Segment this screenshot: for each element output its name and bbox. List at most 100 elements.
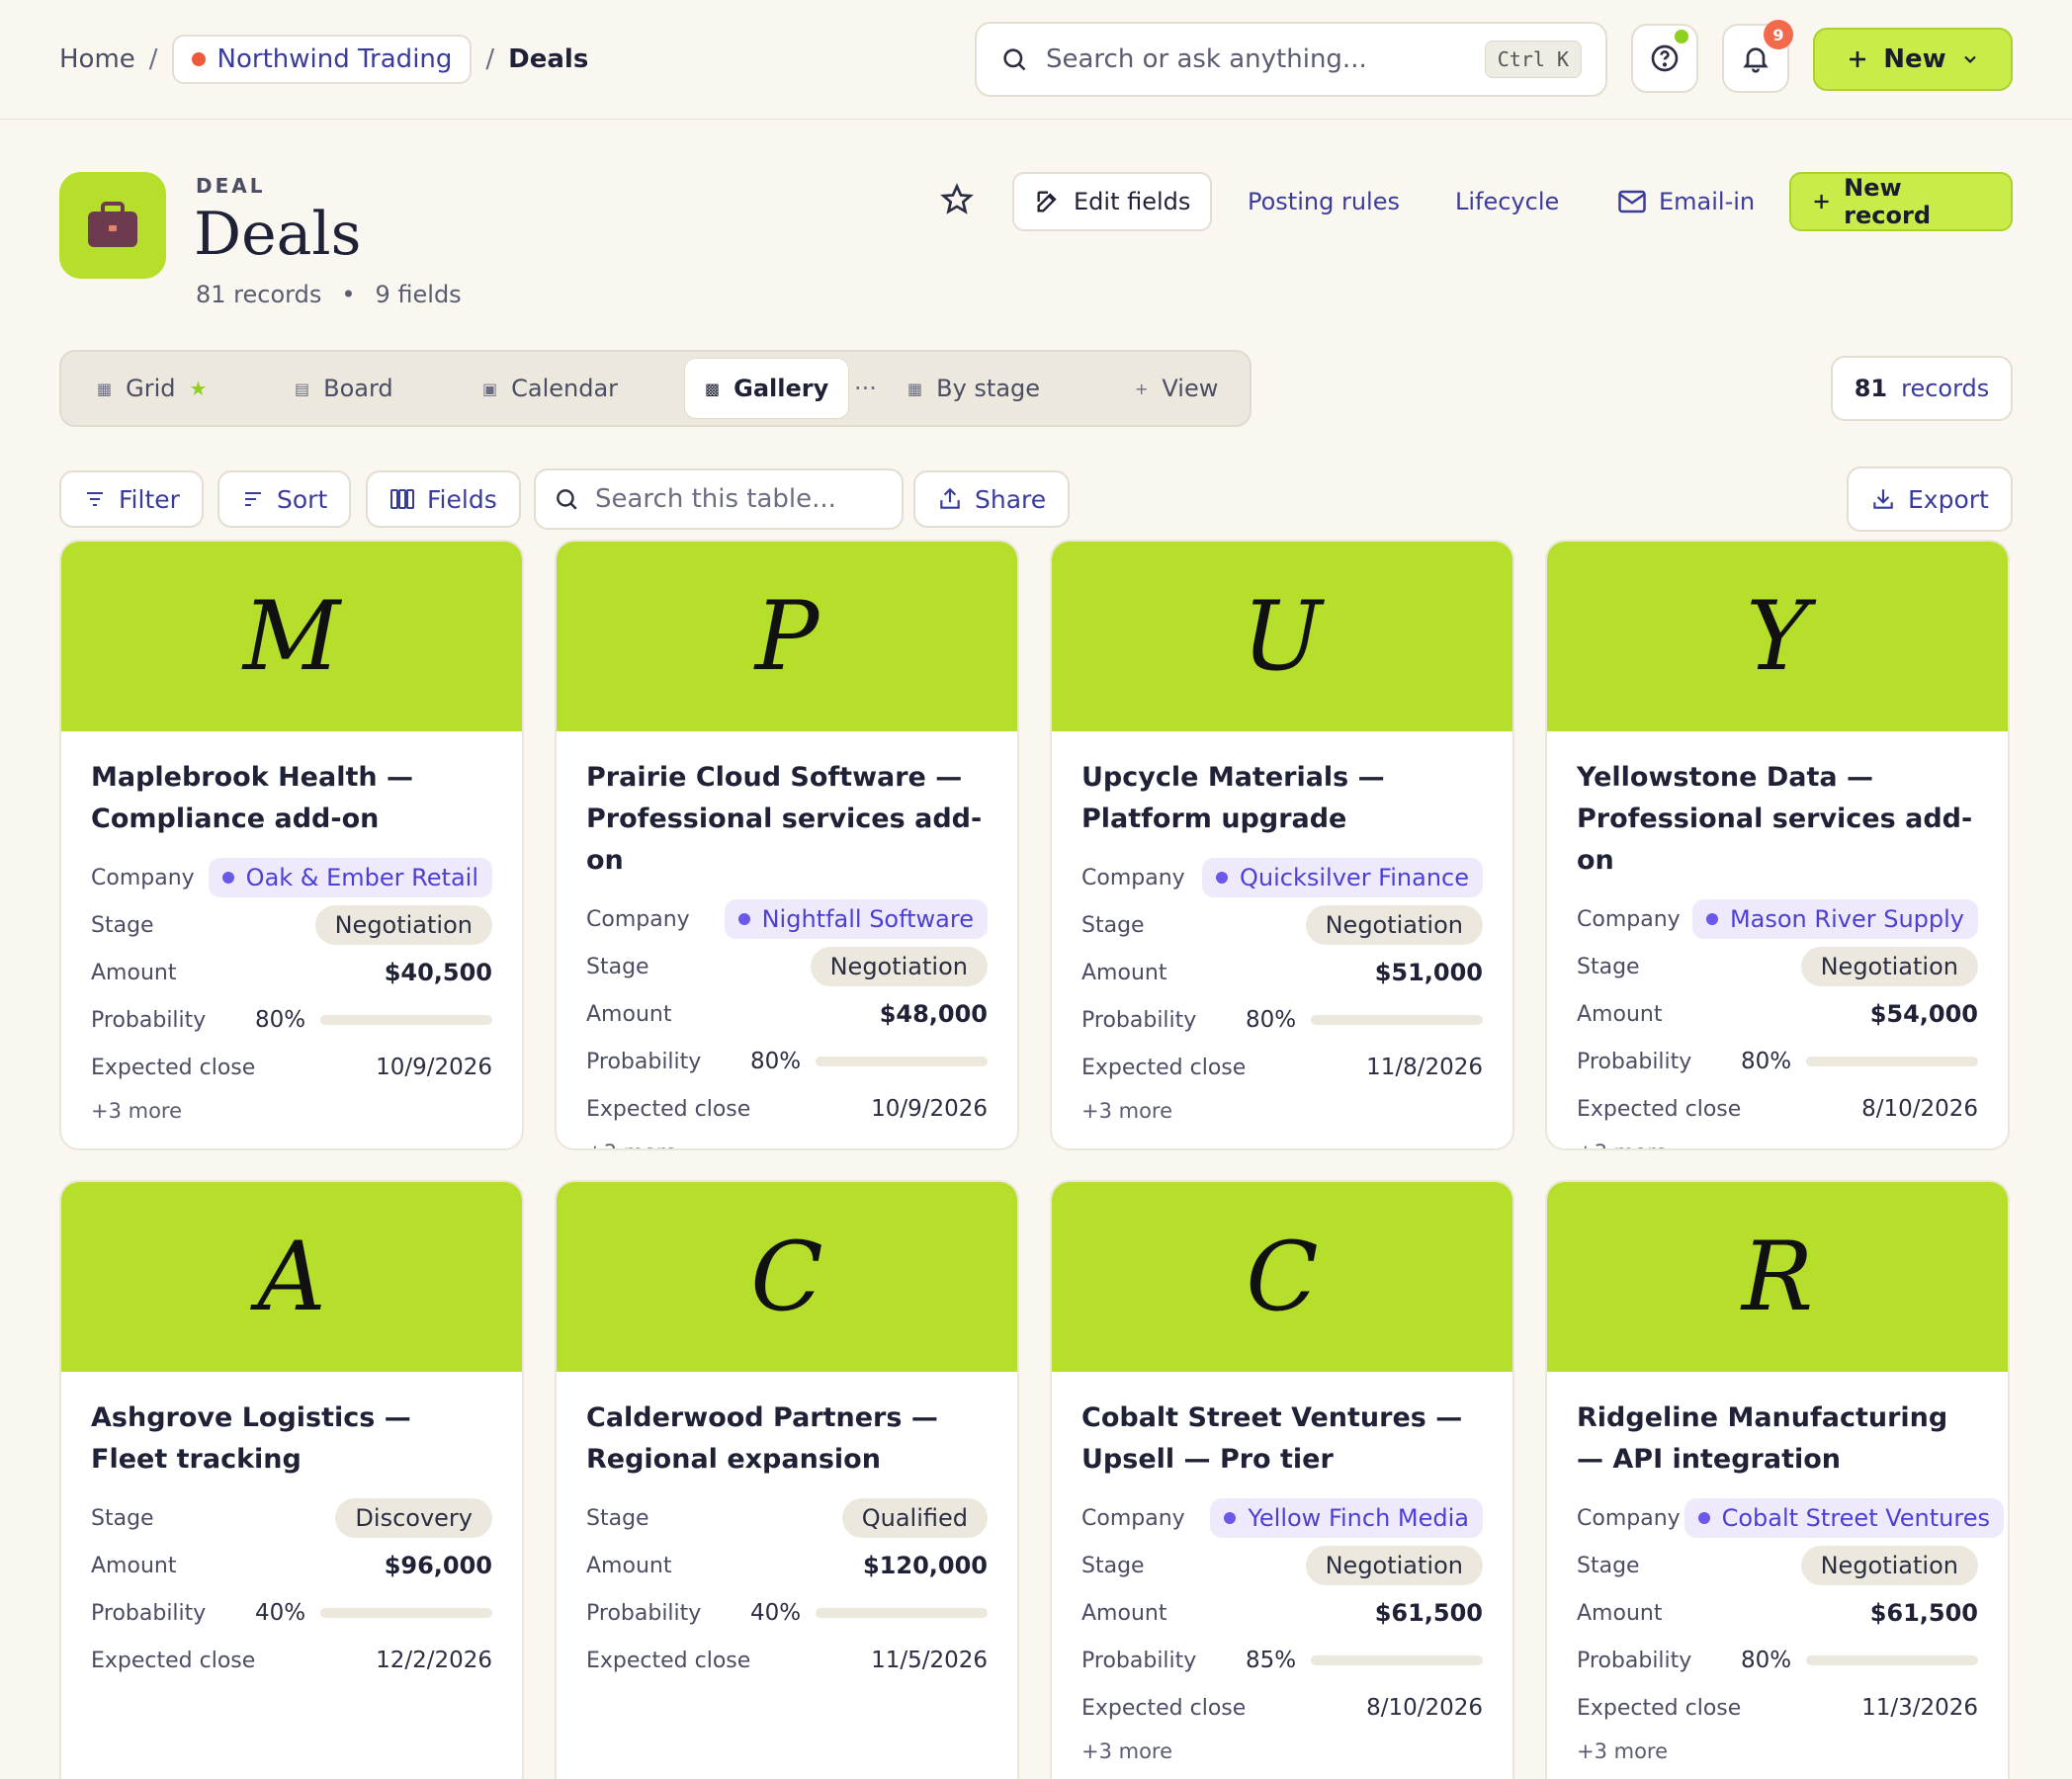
field-expected-close: Expected close 10/9/2026 (91, 1044, 492, 1091)
card-banner: R (1547, 1182, 2008, 1372)
tab-board[interactable]: ▤ Board (275, 358, 413, 419)
field-label: Amount (1081, 1600, 1167, 1626)
tab-by-stage[interactable]: ▦ By stage (888, 358, 1060, 419)
tab-grid[interactable]: ▦ Grid ★ (77, 358, 226, 419)
posting-rules-label: Posting rules (1248, 188, 1400, 215)
field-label: Expected close (1577, 1695, 1742, 1721)
more-fields-link[interactable]: +3 more (1081, 1091, 1483, 1131)
sort-button[interactable]: Sort (217, 470, 352, 528)
card-banner: A (61, 1182, 522, 1372)
card-initial: P (754, 581, 820, 692)
field-label: Expected close (1577, 1096, 1742, 1122)
stage-badge: Discovery (335, 1498, 492, 1538)
deal-card[interactable]: P Prairie Cloud Software — Professional … (555, 540, 1019, 1150)
posting-rules-button[interactable]: Posting rules (1228, 172, 1420, 231)
probability-fill (816, 1608, 885, 1618)
more-fields-link[interactable]: +3 more (586, 1133, 988, 1148)
stage-badge: Negotiation (1800, 947, 1978, 986)
bell-icon (1743, 47, 1769, 73)
new-button[interactable]: New (1813, 28, 2013, 91)
edit-fields-button[interactable]: Edit fields (1012, 172, 1213, 231)
fields-button[interactable]: Fields (366, 470, 521, 528)
field-company: Company Oak & Ember Retail (91, 854, 492, 901)
company-link[interactable]: Oak & Ember Retail (208, 858, 492, 897)
field-label: Amount (586, 1001, 672, 1027)
company-link[interactable]: Quicksilver Finance (1202, 858, 1483, 897)
company-link[interactable]: Mason River Supply (1691, 899, 1978, 939)
header-actions: Edit fields Posting rules Lifecycle Emai… (939, 172, 2013, 231)
share-button[interactable]: Share (913, 470, 1071, 528)
company-link[interactable]: Cobalt Street Ventures (1684, 1498, 2004, 1538)
breadcrumb-separator: / (148, 44, 158, 74)
field-probability: Probability 85% (1081, 1637, 1483, 1684)
amount-value: $40,500 (384, 959, 492, 986)
default-star-icon: ★ (189, 377, 208, 400)
notifications-button[interactable]: 9 (1722, 20, 1793, 93)
more-fields-link[interactable]: +3 more (91, 1091, 492, 1131)
tab-more-button[interactable]: ··· (848, 358, 883, 419)
export-button[interactable]: Export (1847, 466, 2013, 532)
help-button[interactable] (1631, 24, 1698, 93)
deal-card[interactable]: C Calderwood Partners — Regional expansi… (555, 1180, 1019, 1779)
field-amount: Amount $48,000 (586, 990, 988, 1038)
field-expected-close: Expected close 12/2/2026 (91, 1637, 492, 1684)
card-initial: R (1741, 1222, 1814, 1332)
probability-fill (1311, 1655, 1457, 1665)
deal-card[interactable]: M Maplebrook Health — Compliance add-on … (59, 540, 524, 1150)
card-banner: C (557, 1182, 1017, 1372)
filter-icon (87, 492, 103, 506)
stage-badge: Negotiation (314, 905, 492, 945)
deal-card[interactable]: A Ashgrove Logistics — Fleet tracking St… (59, 1180, 524, 1779)
favorite-button[interactable] (939, 182, 975, 221)
amount-value: $51,000 (1374, 959, 1483, 986)
tab-gallery[interactable]: ▩ Gallery (684, 358, 850, 419)
workspace-label: Northwind Trading (216, 44, 453, 74)
amount-value: $48,000 (879, 1000, 988, 1028)
field-amount: Amount $61,500 (1081, 1589, 1483, 1637)
breadcrumb-current: Deals (508, 44, 589, 74)
tab-label: Grid (126, 375, 176, 402)
field-label: Amount (91, 1553, 177, 1578)
email-in-button[interactable]: Email-in (1597, 172, 1774, 231)
deal-card[interactable]: C Cobalt Street Ventures — Upsell — Pro … (1050, 1180, 1514, 1779)
add-view-button[interactable]: + View (1115, 358, 1238, 419)
card-banner: C (1052, 1182, 1512, 1372)
search-icon (557, 489, 577, 510)
company-name: Quicksilver Finance (1240, 864, 1469, 891)
calendar-icon: ▣ (482, 379, 498, 398)
card-banner: Y (1547, 542, 2008, 731)
field-label: Stage (1577, 1553, 1640, 1578)
lifecycle-button[interactable]: Lifecycle (1435, 172, 1579, 231)
field-stage: Stage Negotiation (1577, 1542, 1978, 1589)
filter-button[interactable]: Filter (59, 470, 204, 528)
new-button-label: New (1883, 44, 1946, 74)
breadcrumb-workspace[interactable]: Northwind Trading (171, 35, 473, 84)
company-name: Cobalt Street Ventures (1721, 1504, 1990, 1532)
page-kicker: DEAL (196, 174, 266, 198)
field-amount: Amount $51,000 (1081, 949, 1483, 996)
field-expected-close: Expected close 8/10/2026 (1577, 1085, 1978, 1133)
more-fields-link[interactable]: +3 more (1577, 1732, 1978, 1771)
amount-value: $54,000 (1869, 1000, 1978, 1028)
tab-calendar[interactable]: ▣ Calendar (463, 358, 638, 419)
deal-card[interactable]: U Upcycle Materials — Platform upgrade C… (1050, 540, 1514, 1150)
breadcrumb-home[interactable]: Home (59, 44, 135, 74)
probability-fill (320, 1608, 389, 1618)
more-fields-link[interactable]: +3 more (1081, 1732, 1483, 1771)
field-label: Probability (1577, 1648, 1692, 1673)
more-fields-link[interactable]: +3 more (1577, 1133, 1978, 1148)
global-search-input[interactable]: Search or ask anything... Ctrl K (975, 22, 1607, 97)
probability-value: 40% (255, 1600, 306, 1626)
field-label: Amount (1577, 1001, 1663, 1027)
top-bar: Home / Northwind Trading / Deals Search … (0, 0, 2072, 120)
new-record-button[interactable]: New record (1789, 172, 2013, 231)
field-expected-close: Expected close 11/3/2026 (1577, 1684, 1978, 1732)
export-label: Export (1908, 484, 1989, 514)
workspace-dot-icon (191, 52, 206, 66)
table-search-input[interactable]: Search this table... (534, 468, 904, 530)
deal-card[interactable]: R Ridgeline Manufacturing — API integrat… (1545, 1180, 2010, 1779)
company-link[interactable]: Yellow Finch Media (1210, 1498, 1483, 1538)
field-stage: Stage Negotiation (1081, 1542, 1483, 1589)
company-link[interactable]: Nightfall Software (724, 899, 988, 939)
deal-card[interactable]: Y Yellowstone Data — Professional servic… (1545, 540, 2010, 1150)
